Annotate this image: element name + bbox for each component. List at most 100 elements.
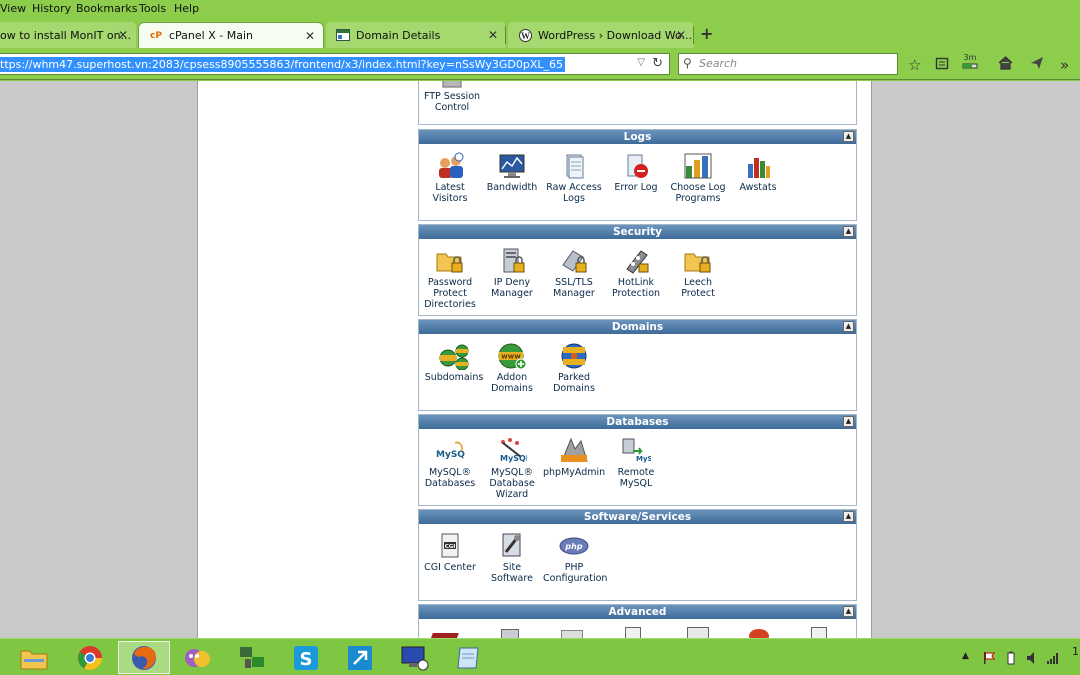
tab-wordpress[interactable]: W WordPress › Download Wo... ✕ [508,22,694,48]
panel-header: Advanced ▲ [419,605,856,619]
tab-cpanel[interactable]: cP cPanel X - Main ✕ [138,22,324,48]
mysql-wizard-item[interactable]: MySQL MySQL® Database Wizard [481,437,543,500]
notepad-icon[interactable] [442,641,494,674]
close-icon[interactable]: ✕ [305,29,315,43]
navigation-bar: ttps://whm47.superhost.vn:2083/cpsess890… [0,48,1080,80]
collapse-arrow-icon[interactable]: ▲ [843,606,854,617]
php-configuration-item[interactable]: php PHP Configuration [543,532,607,584]
tab-wordpress-title: WordPress › Download Wo... [538,28,693,42]
messenger-icon[interactable] [172,641,224,674]
advanced-icon-partial[interactable] [625,627,641,638]
panel-title: Security [612,226,663,238]
reload-icon[interactable]: ↻ [652,56,663,71]
skype-icon[interactable]: S [280,641,332,674]
advanced-icon-partial[interactable] [811,627,827,638]
item-label: phpMyAdmin [543,467,606,478]
menu-bookmarks[interactable]: Bookmarks [76,2,137,15]
ip-deny-item[interactable]: IP Deny Manager [481,247,543,299]
remote-mysql-item[interactable]: MySQL Remote MySQL [605,437,667,489]
advanced-icon-partial[interactable] [687,627,709,638]
battery-icon[interactable] [1006,651,1016,668]
new-tab-plus-icon[interactable]: + [700,24,713,43]
file-explorer-icon[interactable] [8,641,60,674]
leech-protect-item[interactable]: Leech Protect [667,247,729,299]
search-bar[interactable]: ⚲ Search [678,53,898,75]
panel-logs: Logs ▲ Latest Visitors Bandwidth Raw Acce… [418,129,857,221]
home-icon[interactable] [998,56,1013,74]
network-bars-icon[interactable] [1046,651,1060,668]
password-protect-item[interactable]: Password Protect Directories [419,247,481,310]
reading-list-icon[interactable] [935,56,949,74]
mysql-databases-item[interactable]: MySQL MySQL® Databases [419,437,481,489]
network-app-icon[interactable] [226,641,278,674]
downloads-icon[interactable]: 3m [962,53,978,72]
action-center-flag-icon[interactable] [982,651,996,668]
awstats-item[interactable]: Awstats [727,152,789,193]
chrome-icon[interactable] [64,641,116,674]
addon-domains-item[interactable]: www Addon Domains [481,342,543,394]
menu-help[interactable]: Help [174,2,199,15]
collapse-arrow-icon[interactable]: ▲ [843,226,854,237]
menu-history-label: History [32,2,72,15]
remote-desktop-icon[interactable] [388,641,440,674]
site-software-item[interactable]: Site Software [481,532,543,584]
subdomains-item[interactable]: Subdomains [423,342,485,383]
visitors-icon [439,152,464,178]
menu-history[interactable]: History [32,2,71,15]
browser-viewport[interactable]: FTP Session Control Logs ▲ Latest Visitor… [0,81,1080,638]
collapse-arrow-icon[interactable]: ▲ [843,511,854,522]
menu-view[interactable]: View [0,2,26,15]
tab-separator [505,26,506,44]
close-icon[interactable]: ✕ [488,28,498,42]
cpanel-page: FTP Session Control Logs ▲ Latest Visitor… [197,81,872,638]
collapse-arrow-icon[interactable]: ▲ [843,131,854,142]
hotlink-icon [626,250,649,274]
send-icon[interactable] [1030,56,1044,74]
item-label: Latest Visitors [432,182,468,204]
raw-access-logs-item[interactable]: Raw Access Logs [543,152,605,204]
choose-log-programs-item[interactable]: Choose Log Programs [667,152,729,204]
phpmyadmin-item[interactable]: phpMyAdmin [543,437,605,478]
cpanel-favicon-icon: cP [150,30,162,41]
url-bar[interactable]: ttps://whm47.superhost.vn:2083/cpsess890… [0,53,670,75]
close-icon[interactable]: ✕ [118,28,128,42]
ssl-tls-item[interactable]: SSL/TLS Manager [543,247,605,299]
volume-icon[interactable] [1026,651,1038,668]
error-log-icon [627,154,648,178]
cgi-center-item[interactable]: CGI CGI Center [419,532,481,573]
latest-visitors-item[interactable]: Latest Visitors [419,152,481,204]
collapse-arrow-icon[interactable]: ▲ [843,321,854,332]
menu-tools[interactable]: Tools [139,2,166,15]
item-label: Site Software [491,562,533,584]
menu-more-icon[interactable]: » [1060,56,1069,74]
panel-domains: Domains ▲ Subdomains www Addon Domains Pa… [418,319,857,411]
addon-domains-icon: www [498,343,527,370]
item-label: Addon Domains [491,372,533,394]
ftp-session-control-item[interactable]: FTP Session Control [421,81,483,113]
collapse-arrow-icon[interactable]: ▲ [843,416,854,427]
error-log-item[interactable]: Error Log [605,152,667,193]
parked-domains-item[interactable]: Parked Domains [543,342,605,394]
tab-monit[interactable]: ow to install MonIT on... ✕ [0,22,136,48]
advanced-icon-partial[interactable] [561,630,583,638]
hotlink-protection-item[interactable]: HotLink Protection [605,247,667,299]
item-label: SSL/TLS Manager [553,277,595,299]
url-text[interactable]: ttps://whm47.superhost.vn:2083/cpsess890… [0,57,566,72]
menu-tools-label: Tools [139,2,167,15]
advanced-icon-partial[interactable] [501,629,519,638]
close-icon[interactable]: ✕ [676,28,686,42]
tab-domain-details[interactable]: Domain Details ✕ [326,22,506,48]
url-dropdown-icon[interactable]: ▽ [637,57,645,68]
remote-app-icon[interactable] [334,641,386,674]
item-label: Parked Domains [553,372,595,394]
bookmark-star-icon[interactable]: ☆ [908,56,921,74]
bandwidth-item[interactable]: Bandwidth [481,152,543,193]
firefox-icon[interactable] [118,641,170,674]
tray-expand-icon[interactable]: ▲ [962,651,969,661]
raw-log-icon [566,154,584,179]
mysql-logo-text: MySQL [436,450,465,460]
panel-title: Logs [623,131,652,143]
clock[interactable]: 1 [1072,645,1079,658]
advanced-icon-partial[interactable] [749,629,769,638]
mysql-logo-text: MySQL [636,455,651,463]
